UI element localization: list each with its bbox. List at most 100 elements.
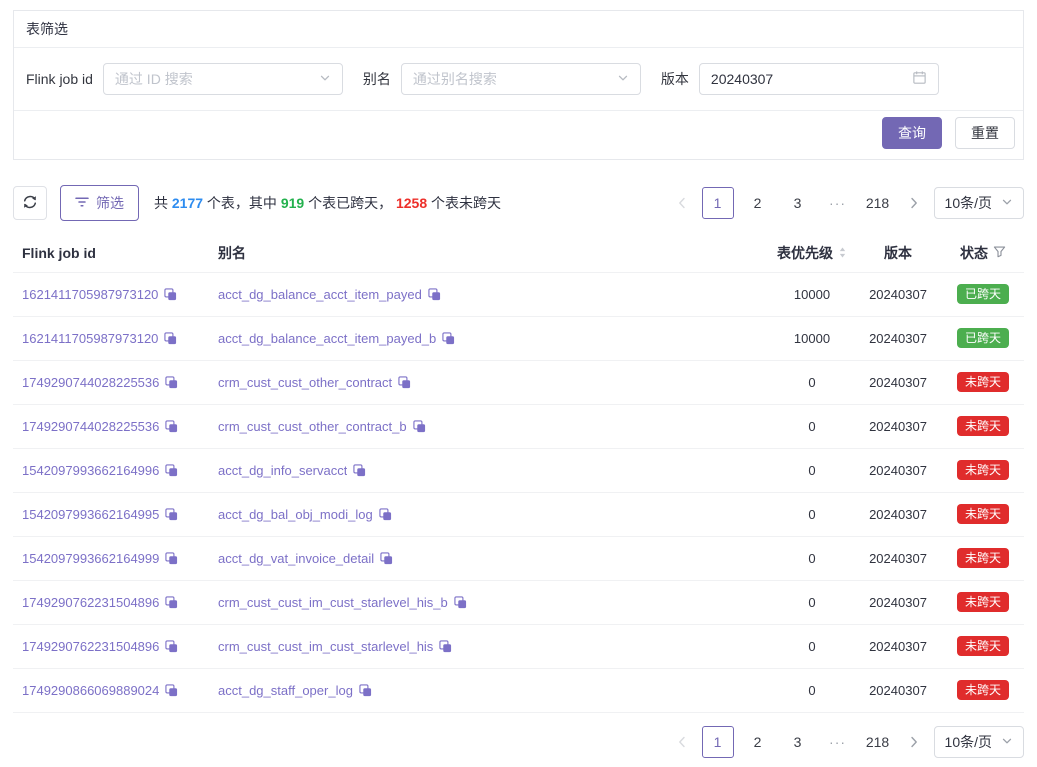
col-header-priority[interactable]: 表优先级	[770, 234, 854, 272]
alias-link[interactable]: crm_cust_cust_im_cust_starlevel_his	[218, 639, 433, 654]
copy-icon[interactable]	[413, 420, 426, 433]
status-badge: 未跨天	[957, 636, 1009, 656]
status-badge: 未跨天	[957, 372, 1009, 392]
alias-link[interactable]: crm_cust_cust_im_cust_starlevel_his_b	[218, 595, 448, 610]
filter-card-title: 表筛选	[14, 11, 1023, 48]
copy-icon[interactable]	[164, 288, 177, 301]
priority-value: 0	[770, 536, 854, 580]
copy-icon[interactable]	[380, 552, 393, 565]
pagination-pages: 123···218	[702, 726, 894, 758]
copy-icon[interactable]	[454, 596, 467, 609]
filter-row: Flink job id 通过 ID 搜索 别名 通过别名搜索 版本 20240…	[14, 48, 1023, 111]
copy-icon[interactable]	[379, 508, 392, 521]
alias-link[interactable]: crm_cust_cust_other_contract_b	[218, 419, 407, 434]
flink-job-id-select[interactable]: 通过 ID 搜索	[103, 63, 343, 95]
copy-icon[interactable]	[442, 332, 455, 345]
flink-job-id-link[interactable]: 1542097993662164995	[22, 507, 159, 522]
chevron-down-icon	[1001, 734, 1013, 750]
pagination-page-1[interactable]: 1	[702, 187, 734, 219]
alias-placeholder: 通过别名搜索	[413, 69, 497, 89]
priority-value: 0	[770, 624, 854, 668]
summary-text: 共 2177 个表，其中 919 个表已跨天， 1258 个表未跨天	[154, 193, 501, 213]
priority-value: 10000	[770, 272, 854, 316]
table-row: 1542097993662164999 acct_dg_vat_invoice_…	[13, 536, 1024, 580]
pagination-next-button[interactable]	[902, 187, 926, 219]
copy-icon[interactable]	[165, 684, 178, 697]
pagination: 123···218	[670, 187, 926, 219]
flink-job-id-link[interactable]: 1621411705987973120	[22, 287, 158, 302]
alias-link[interactable]: acct_dg_vat_invoice_detail	[218, 551, 374, 566]
flink-job-id-link[interactable]: 1542097993662164996	[22, 463, 159, 478]
priority-value: 0	[770, 580, 854, 624]
copy-icon[interactable]	[165, 640, 178, 653]
pagination-prev-button[interactable]	[670, 726, 694, 758]
flink-job-id-link[interactable]: 1749290744028225536	[22, 419, 159, 434]
refresh-button[interactable]	[13, 186, 47, 220]
flink-job-id-link[interactable]: 1749290866069889024	[22, 683, 159, 698]
copy-icon[interactable]	[165, 464, 178, 477]
copy-icon[interactable]	[165, 552, 178, 565]
status-badge: 未跨天	[957, 680, 1009, 700]
copy-icon[interactable]	[439, 640, 452, 653]
pagination-ellipsis: ···	[822, 726, 854, 758]
pagination-page-1[interactable]: 1	[702, 726, 734, 758]
copy-icon[interactable]	[353, 464, 366, 477]
pagination-page-218[interactable]: 218	[862, 726, 894, 758]
sort-caret-icon[interactable]	[838, 246, 847, 259]
table-row: 1621411705987973120 acct_dg_balance_acct…	[13, 316, 1024, 360]
tables-grid: Flink job id 别名 表优先级 版本 状态	[13, 234, 1024, 713]
flink-job-id-link[interactable]: 1621411705987973120	[22, 331, 158, 346]
chevron-down-icon	[617, 71, 629, 87]
flink-job-id-link[interactable]: 1749290762231504896	[22, 595, 159, 610]
copy-icon[interactable]	[165, 376, 178, 389]
filter-toggle-button[interactable]: 筛选	[60, 185, 139, 221]
copy-icon[interactable]	[165, 420, 178, 433]
filter-card: 表筛选 Flink job id 通过 ID 搜索 别名 通过别名搜索 版本 2…	[13, 10, 1024, 160]
priority-value: 0	[770, 492, 854, 536]
copy-icon[interactable]	[165, 596, 178, 609]
pagination-page-218[interactable]: 218	[862, 187, 894, 219]
alias-select[interactable]: 通过别名搜索	[401, 63, 641, 95]
copy-icon[interactable]	[164, 332, 177, 345]
pagination-next-button[interactable]	[902, 726, 926, 758]
pagination-page-2[interactable]: 2	[742, 187, 774, 219]
copy-icon[interactable]	[359, 684, 372, 697]
filter-funnel-icon[interactable]	[993, 245, 1006, 261]
priority-value: 0	[770, 360, 854, 404]
pagination-page-2[interactable]: 2	[742, 726, 774, 758]
pagination-page-3[interactable]: 3	[782, 726, 814, 758]
alias-link[interactable]: acct_dg_staff_oper_log	[218, 683, 353, 698]
priority-value: 0	[770, 448, 854, 492]
alias-link[interactable]: acct_dg_bal_obj_modi_log	[218, 507, 373, 522]
flink-job-id-link[interactable]: 1542097993662164999	[22, 551, 159, 566]
version-value: 20240307	[854, 360, 942, 404]
flink-job-id-link[interactable]: 1749290744028225536	[22, 375, 159, 390]
alias-link[interactable]: acct_dg_balance_acct_item_payed	[218, 287, 422, 302]
pagination-page-3[interactable]: 3	[782, 187, 814, 219]
flink-job-id-label: Flink job id	[26, 71, 93, 87]
alias-link[interactable]: crm_cust_cust_other_contract	[218, 375, 392, 390]
alias-link[interactable]: acct_dg_info_servacct	[218, 463, 347, 478]
version-value: 20240307	[854, 316, 942, 360]
col-header-alias: 别名	[209, 234, 770, 272]
page-size-value: 10条/页	[945, 732, 992, 752]
copy-icon[interactable]	[165, 508, 178, 521]
filter-lines-icon	[75, 195, 89, 211]
pagination-prev-button[interactable]	[670, 187, 694, 219]
copy-icon[interactable]	[428, 288, 441, 301]
version-date-value: 20240307	[711, 71, 773, 87]
total-count: 2177	[172, 195, 203, 211]
page-size-select[interactable]: 10条/页	[934, 726, 1024, 758]
table-row: 1749290744028225536 crm_cust_cust_other_…	[13, 404, 1024, 448]
copy-icon[interactable]	[398, 376, 411, 389]
page-size-select[interactable]: 10条/页	[934, 187, 1024, 219]
alias-link[interactable]: acct_dg_balance_acct_item_payed_b	[218, 331, 436, 346]
reset-button[interactable]: 重置	[955, 117, 1015, 149]
version-date-input[interactable]: 20240307	[699, 63, 939, 95]
query-button[interactable]: 查询	[882, 117, 942, 149]
table-row: 1749290866069889024 acct_dg_staff_oper_l…	[13, 668, 1024, 712]
flink-job-id-link[interactable]: 1749290762231504896	[22, 639, 159, 654]
calendar-icon	[912, 70, 927, 88]
chevron-down-icon	[319, 71, 331, 87]
version-value: 20240307	[854, 404, 942, 448]
